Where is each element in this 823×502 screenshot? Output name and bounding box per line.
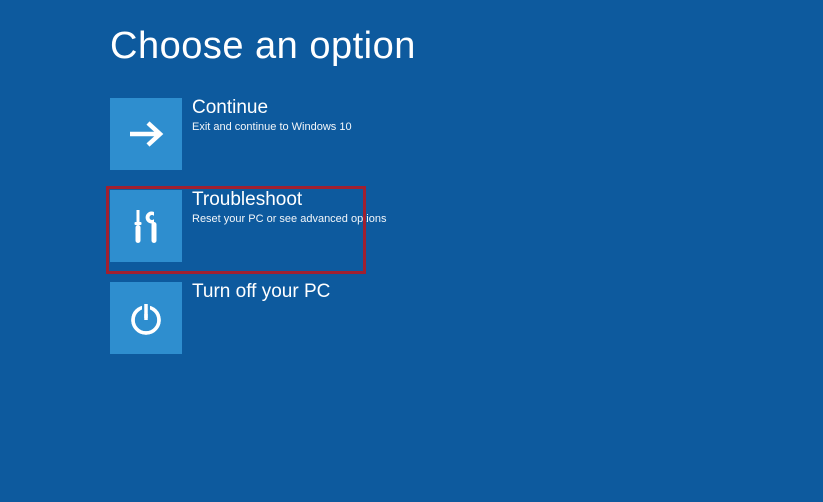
option-title: Continue [192, 98, 352, 119]
option-title: Turn off your PC [192, 282, 330, 303]
page-title: Choose an option [110, 25, 823, 68]
option-title: Troubleshoot [192, 190, 386, 211]
option-troubleshoot[interactable]: Troubleshoot Reset your PC or see advanc… [110, 190, 823, 262]
option-turnoff[interactable]: Turn off your PC [110, 282, 823, 354]
option-continue[interactable]: Continue Exit and continue to Windows 10 [110, 98, 823, 170]
continue-tile[interactable] [110, 98, 182, 170]
option-desc: Reset your PC or see advanced options [192, 213, 386, 226]
tools-icon [124, 204, 168, 248]
turnoff-tile[interactable] [110, 282, 182, 354]
option-desc: Exit and continue to Windows 10 [192, 121, 352, 134]
arrow-right-icon [126, 114, 166, 154]
power-icon [126, 298, 166, 338]
troubleshoot-tile[interactable] [110, 190, 182, 262]
